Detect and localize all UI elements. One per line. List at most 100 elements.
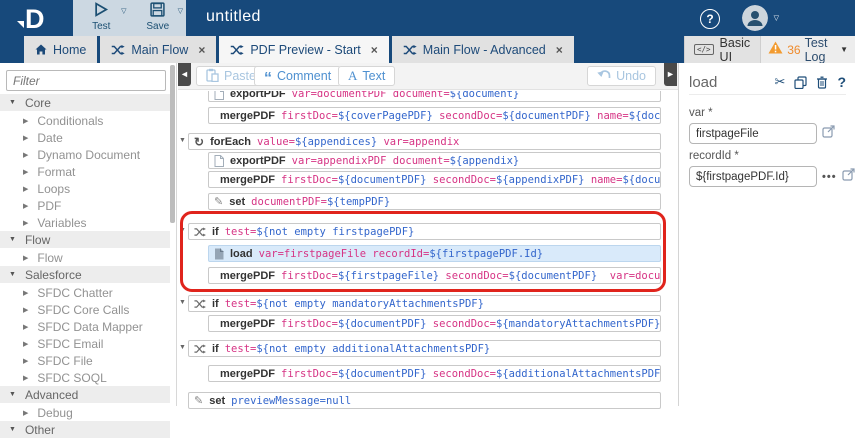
basic-ui-button[interactable]: </> Basic UI — [684, 35, 762, 64]
basic-ui-label: Basic UI — [719, 35, 751, 64]
flow-step-if[interactable]: if test=${not empty mandatoryAttachmentsP… — [188, 295, 661, 312]
sidebar-scrollbar[interactable] — [170, 65, 175, 223]
sidebar-item-sfdc-file[interactable]: ▶ SFDC File — [0, 352, 170, 369]
sidebar-item-sfdc-email[interactable]: ▶ SFDC Email — [0, 335, 170, 352]
shuffle-icon — [194, 227, 206, 236]
flow-step-partial: exportPDF var=documentPDF document=${docu… — [208, 91, 661, 104]
flow-step-exportPDF[interactable]: exportPDF var=documentPDF document=${docu… — [208, 91, 661, 102]
flow-step-mergePDF[interactable]: mergePDF firstDoc=${documentPDF} secondDo… — [208, 315, 661, 332]
open-expression-editor-button[interactable] — [822, 124, 835, 143]
app-logo-icon[interactable]: D — [8, 2, 60, 38]
sidebar-item-date[interactable]: ▶ Date — [0, 129, 170, 146]
text-button[interactable]: A Text — [338, 66, 396, 86]
palette-group-salesforce[interactable]: ▼ Salesforce — [0, 266, 170, 283]
step-args: documentPDF=${tempPDF} — [251, 195, 391, 208]
copy-icon[interactable] — [794, 75, 808, 89]
field-input-recordid[interactable] — [689, 166, 817, 187]
chevron-right-icon: ▶ — [23, 254, 29, 262]
test-button[interactable]: Test ▽ — [73, 0, 130, 36]
palette-group-flow[interactable]: ▼ Flow — [0, 231, 170, 248]
flow-step-mergePDF[interactable]: mergePDF firstDoc=${documentPDF} secondDo… — [208, 365, 661, 382]
help-icon[interactable]: ? — [700, 9, 720, 29]
shuffle-icon — [194, 299, 206, 308]
field-label: recordId * — [689, 150, 739, 162]
chevron-right-icon: ▶ — [23, 117, 29, 125]
flow-step-exportPDF[interactable]: exportPDF var=appendixPDF document=${appe… — [208, 152, 661, 169]
flow-step-mergePDF[interactable]: mergePDF firstDoc=${coverPagePDF} secondD… — [208, 107, 661, 124]
flow-step-set[interactable]: ✎ set documentPDF=${tempPDF} — [208, 193, 661, 210]
collapse-sidebar-handle[interactable]: ◄ — [178, 63, 191, 86]
item-label: SFDC Chatter — [37, 285, 113, 300]
shuffle-icon — [112, 44, 125, 55]
test-button-label: Test — [92, 21, 111, 32]
palette-group-other[interactable]: ▼ Other — [0, 421, 170, 438]
chevron-right-icon: ▶ — [23, 323, 29, 331]
flow-step-mergePDF[interactable]: mergePDF firstDoc=${firstpageFile} second… — [208, 267, 661, 284]
flow-step-forEach[interactable]: ↻ forEach value=${appendices} var=appendix — [188, 133, 661, 150]
expander-icon[interactable]: ▼ — [179, 299, 186, 306]
loop-icon: ↻ — [194, 134, 205, 149]
sidebar-item-dynamo-document[interactable]: ▶ Dynamo Document — [0, 146, 170, 163]
undo-label: Undo — [616, 69, 646, 83]
item-label: SFDC Data Mapper — [37, 319, 143, 334]
expander-icon[interactable]: ▼ — [179, 137, 186, 144]
comment-button[interactable]: “ Comment — [254, 66, 342, 87]
sidebar-item-sfdc-data-mapper[interactable]: ▶ SFDC Data Mapper — [0, 318, 170, 335]
test-dropdown-icon[interactable]: ▽ — [121, 7, 126, 15]
open-expression-editor-button[interactable] — [841, 167, 855, 186]
avatar[interactable] — [742, 5, 768, 31]
group-label: Salesforce — [24, 267, 82, 282]
undo-button[interactable]: Undo — [587, 66, 656, 86]
group-label: Other — [24, 422, 55, 437]
paste-label: Paste — [224, 69, 256, 83]
sidebar-item-sfdc-core-calls[interactable]: ▶ SFDC Core Calls — [0, 301, 170, 318]
flow-step-if[interactable]: if test=${not empty firstpagePDF} — [188, 223, 661, 240]
item-label: Loops — [37, 181, 71, 196]
palette-group-advanced[interactable]: ▼ Advanced — [0, 386, 170, 403]
step-inspector-panel: load ✂ ? var * recordId * ••• — [678, 63, 855, 406]
filter-input[interactable] — [6, 70, 166, 91]
tab-main-flow[interactable]: Main Flow × — [100, 36, 217, 63]
flow-step-if[interactable]: if test=${not empty additionalAttachments… — [188, 340, 661, 357]
external-link-icon[interactable] — [841, 167, 855, 181]
tab-close-icon[interactable]: × — [371, 43, 378, 57]
field-input-var[interactable] — [689, 123, 817, 144]
palette-group-core[interactable]: ▼ Core — [0, 94, 170, 111]
sidebar-item-sfdc-soql[interactable]: ▶ SFDC SOQL — [0, 369, 170, 386]
external-link-icon[interactable] — [822, 124, 835, 138]
save-dropdown-icon[interactable]: ▽ — [178, 7, 183, 15]
collapse-inspector-handle[interactable]: ► — [664, 63, 677, 86]
item-label: Flow — [37, 250, 63, 265]
shuffle-icon — [231, 44, 244, 55]
sidebar-item-sfdc-chatter[interactable]: ▶ SFDC Chatter — [0, 284, 170, 301]
flow-step-set[interactable]: ✎ set previewMessage=null — [188, 392, 661, 409]
sidebar-item-debug[interactable]: ▶ Debug — [0, 404, 170, 421]
sidebar-item-pdf[interactable]: ▶ PDF — [0, 197, 170, 214]
tab-home[interactable]: Home — [24, 36, 98, 63]
sidebar-item-flow[interactable]: ▶ Flow — [0, 249, 170, 266]
sidebar-item-loops[interactable]: ▶ Loops — [0, 180, 170, 197]
sidebar-item-variables[interactable]: ▶ Variables — [0, 214, 170, 231]
save-button[interactable]: Save ▽ — [130, 0, 187, 36]
code-icon: </> — [694, 44, 714, 55]
user-menu-caret-icon[interactable]: ▽ — [774, 14, 779, 22]
tab-pdf-preview-start[interactable]: PDF Preview - Start × — [219, 36, 389, 63]
cut-icon[interactable]: ✂ — [775, 74, 786, 90]
delete-icon[interactable] — [816, 76, 828, 89]
lookup-dots-button[interactable]: ••• — [822, 171, 837, 183]
expander-icon[interactable]: ▼ — [179, 344, 186, 351]
warning-icon — [768, 41, 783, 59]
sidebar-item-format[interactable]: ▶ Format — [0, 163, 170, 180]
group-label: Advanced — [24, 387, 79, 402]
tab-main-flow-advanced[interactable]: Main Flow - Advanced × — [391, 36, 574, 63]
flow-step-load[interactable]: load var=firstpageFile recordId=${firstpa… — [208, 245, 661, 262]
test-log-caret-icon[interactable]: ▼ — [840, 45, 848, 54]
step-name: mergePDF — [220, 317, 276, 330]
tab-close-icon[interactable]: × — [556, 43, 563, 57]
tab-close-icon[interactable]: × — [198, 43, 205, 57]
test-log-button[interactable]: 36 Test Log ▼ — [761, 36, 855, 64]
sidebar-item-conditionals[interactable]: ▶ Conditionals — [0, 112, 170, 129]
expander-icon[interactable]: ▼ — [179, 227, 186, 234]
inspector-help-icon[interactable]: ? — [837, 74, 846, 90]
flow-step-mergePDF[interactable]: mergePDF firstDoc=${documentPDF} secondDo… — [208, 171, 661, 188]
